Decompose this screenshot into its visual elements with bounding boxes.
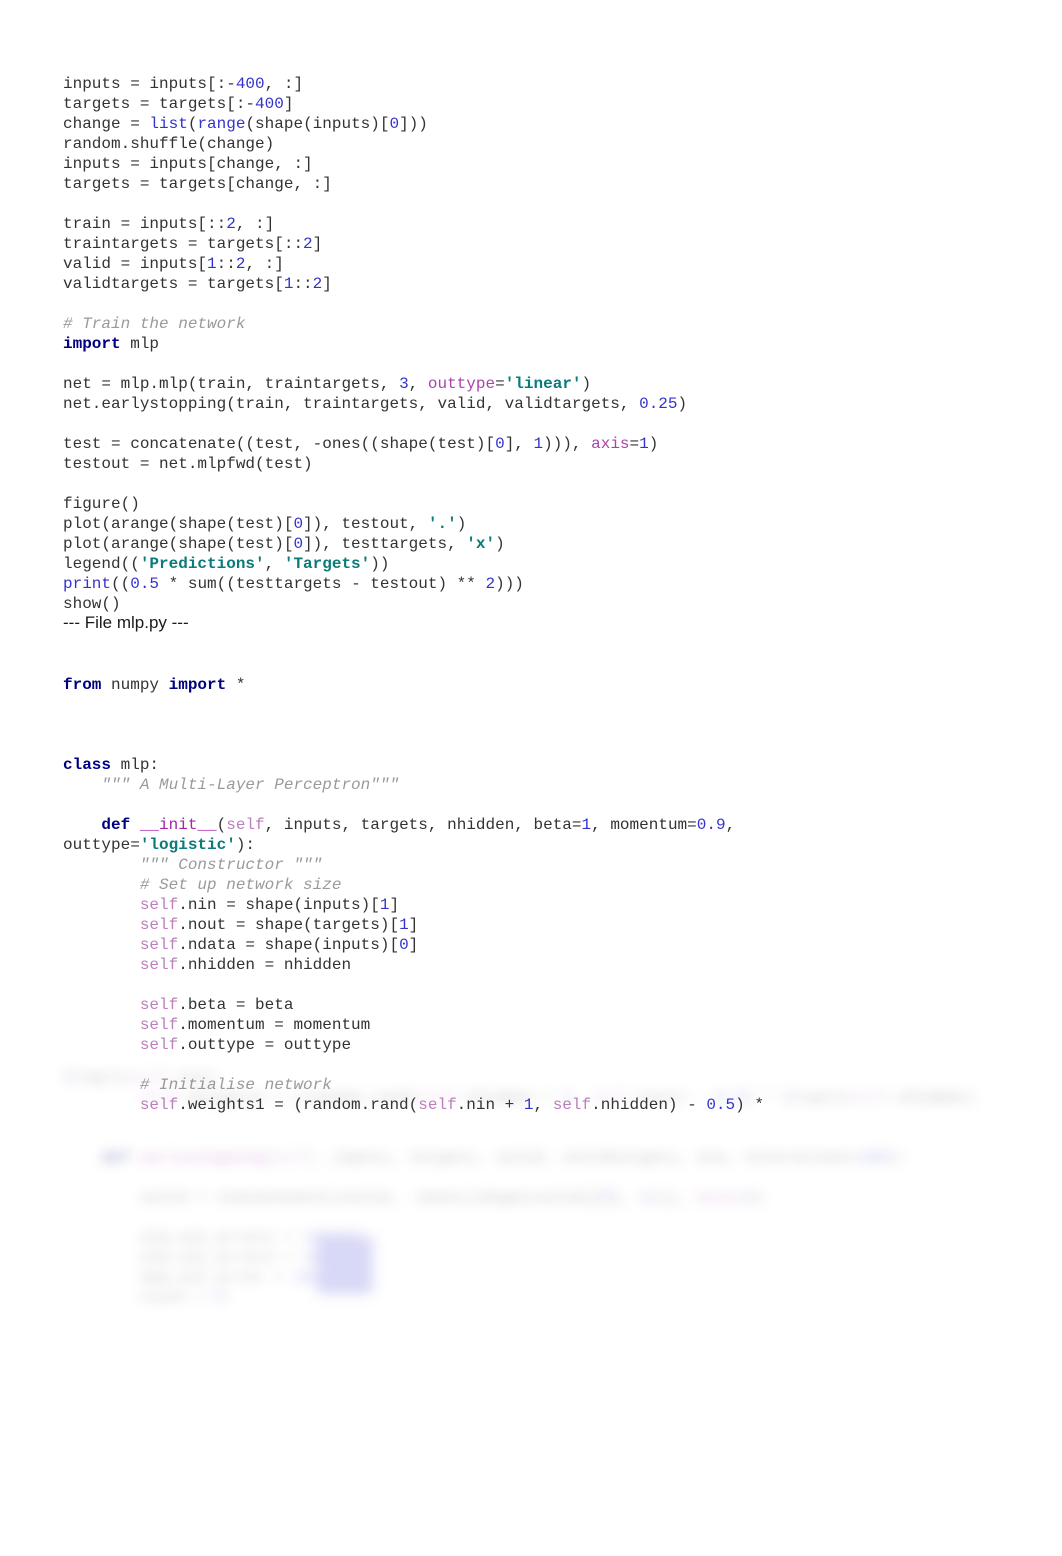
file-separator-heading: --- File mlp.py --- [63,613,189,632]
code-line: inputs = inputs[:-400, :] [63,75,304,93]
code-line: validtargets = targets[1::2] [63,275,332,293]
blurred-blank-line [0,1128,1062,1148]
code-line: def __init__(self, inputs, targets, nhid… [101,816,736,834]
code-line: net = mlp.mlp(train, traintargets, 3, ou… [63,375,592,393]
blurred-blank-line [0,1208,1062,1228]
code-line: outtype='logistic'): [63,836,256,854]
blurred-blank-line [0,1168,1062,1188]
code-line: print((0.5 * sum((testtargets - testout)… [63,575,524,593]
code-block-top: inputs = inputs[:-400, :] targets = targ… [63,74,687,614]
code-line: random.shuffle(change) [63,135,275,153]
blurred-code-line: new_val_error = 100000 [63,1269,352,1287]
code-line: change = list(range(shape(inputs)[0])) [63,115,428,133]
code-line: show() [63,595,121,613]
code-line: testout = net.mlpfwd(test) [63,455,313,473]
code-comment: # Set up network size [139,876,342,894]
code-block-mlp-py: from numpy import * class mlp: """ A Mul… [63,675,764,1115]
code-line: legend(('Predictions', 'Targets')) [63,555,390,573]
code-line: self.nhidden = nhidden [139,956,352,974]
code-line: self.outtype = outtype [139,1036,352,1054]
code-line: plot(arange(shape(test)[0]), testtargets… [63,535,505,553]
code-line: valid = inputs[1::2, :] [63,255,284,273]
blurred-code-line: def earlystopping(self, inputs, targets,… [101,1149,908,1167]
code-line: from numpy import * [63,676,246,694]
blurred-code-line: old_val_error1 = 100002 [63,1229,361,1247]
code-line: self.nin = shape(inputs)[1] [139,896,400,914]
code-line: self.nout = shape(targets)[1] [139,916,419,934]
code-line: targets = targets[change, :] [63,175,332,193]
code-line: class mlp: [63,756,160,774]
blurred-code-line: count = 0 [63,1289,227,1307]
code-line: traintargets = targets[::2] [63,235,323,253]
bottom-fade-overlay [0,1290,1062,1370]
code-comment: # Initialise network [139,1076,332,1094]
code-docstring: """ A Multi-Layer Perceptron""" [101,776,400,794]
blurred-highlight-block [317,1236,373,1294]
blurred-code-line: valid = concatenate((valid, -ones((shape… [63,1189,764,1207]
code-line: self.ndata = shape(inputs)[0] [139,936,419,954]
code-line: inputs = inputs[change, :] [63,155,313,173]
blurred-code-line: old_val_error2 = 100001 [63,1249,361,1267]
code-line: targets = targets[:-400] [63,95,294,113]
code-line: self.momentum = momentum [139,1016,371,1034]
code-line: net.earlystopping(train, traintargets, v… [63,395,688,413]
code-line: import mlp [63,335,160,353]
code-line: self.beta = beta [139,996,294,1014]
code-line: test = concatenate((test, -ones((shape(t… [63,435,659,453]
code-comment: # Train the network [63,315,246,333]
code-line: figure() [63,495,140,513]
code-docstring: """ Constructor """ [139,856,323,874]
code-line: self.weights1 = (random.rand(self.nin + … [139,1096,764,1114]
document-page: inputs = inputs[:-400, :] targets = targ… [0,0,1062,1556]
code-line: plot(arange(shape(test)[0]), testout, '.… [63,515,467,533]
code-line: train = inputs[::2, :] [63,215,275,233]
